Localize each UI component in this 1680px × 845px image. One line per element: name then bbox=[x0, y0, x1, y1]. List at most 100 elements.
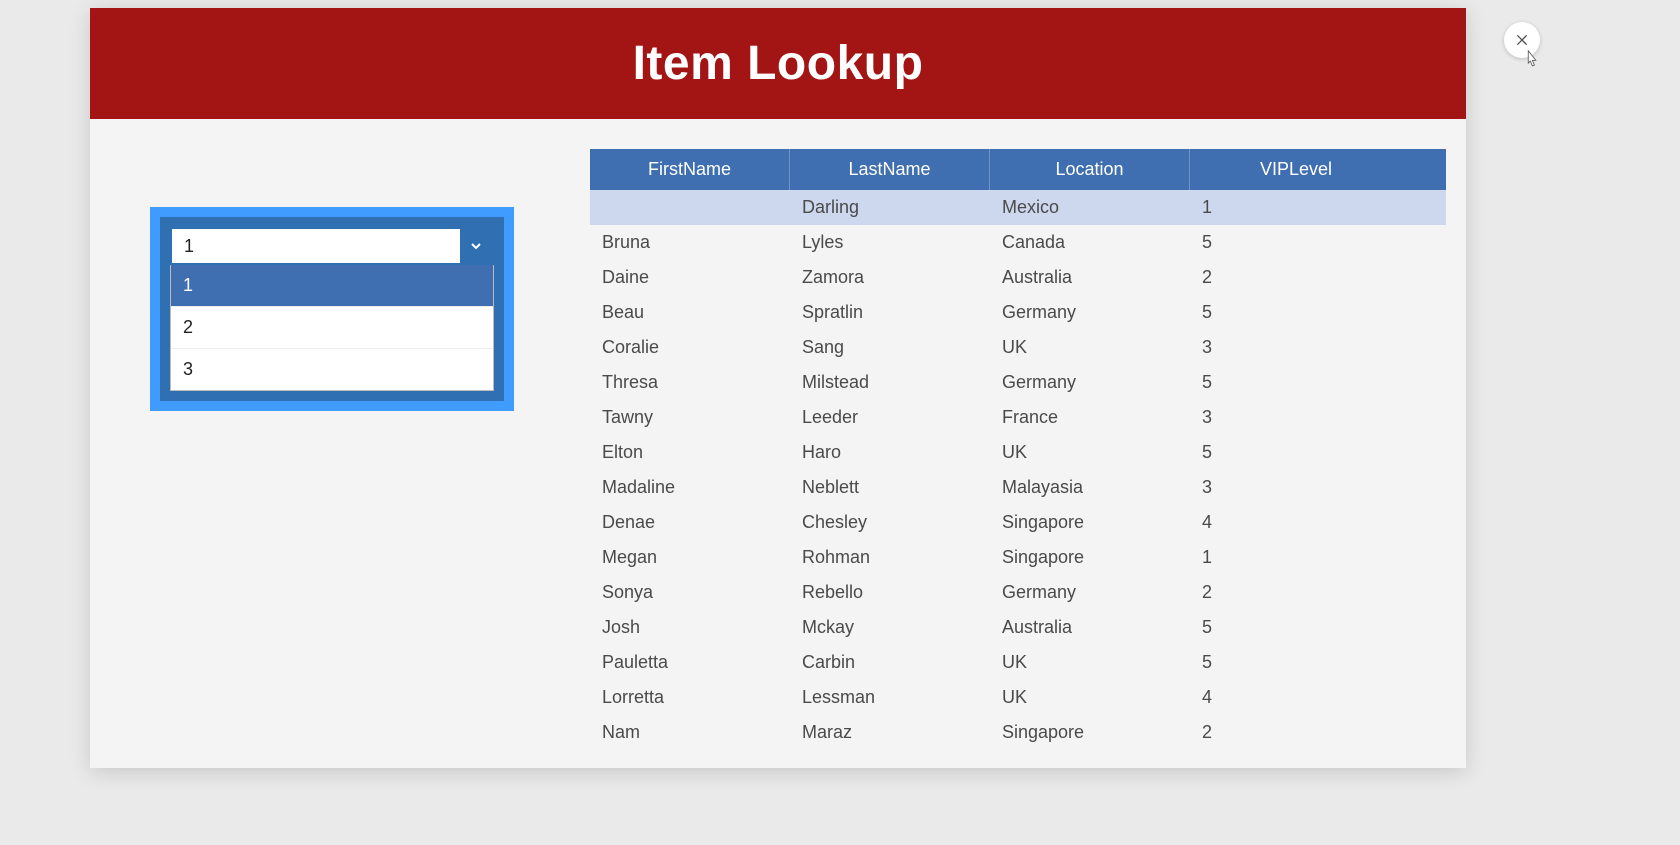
table-cell: Lorretta bbox=[590, 680, 790, 715]
dropdown-option[interactable]: 1 bbox=[171, 265, 493, 307]
table-cell: 2 bbox=[1190, 715, 1402, 750]
table-cell: UK bbox=[990, 435, 1190, 470]
table-cell: UK bbox=[990, 680, 1190, 715]
close-icon bbox=[1514, 32, 1530, 48]
close-button[interactable] bbox=[1504, 22, 1540, 58]
table-row[interactable]: LorrettaLessmanUK4 bbox=[590, 680, 1446, 715]
table-cell: 2 bbox=[1190, 575, 1402, 610]
column-header-viplevel[interactable]: VIPLevel bbox=[1190, 149, 1402, 190]
column-header-lastname[interactable]: LastName bbox=[790, 149, 990, 190]
table-cell: 1 bbox=[1190, 540, 1402, 575]
table-cell: 5 bbox=[1190, 435, 1402, 470]
table-cell: Lyles bbox=[790, 225, 990, 260]
table-row[interactable]: DenaeChesleySingapore4 bbox=[590, 505, 1446, 540]
table-cell: Canada bbox=[990, 225, 1190, 260]
table-cell: Singapore bbox=[990, 715, 1190, 750]
table-cell: Sang bbox=[790, 330, 990, 365]
table-row[interactable]: BeauSpratlinGermany5 bbox=[590, 295, 1446, 330]
table-cell: Singapore bbox=[990, 505, 1190, 540]
table-cell: Elton bbox=[590, 435, 790, 470]
table-row[interactable]: PaulettaCarbinUK5 bbox=[590, 645, 1446, 680]
table-row[interactable]: TawnyLeederFrance3 bbox=[590, 400, 1446, 435]
table-cell: Germany bbox=[990, 365, 1190, 400]
table-cell: Chesley bbox=[790, 505, 990, 540]
table-cell: Haro bbox=[790, 435, 990, 470]
table-cell: Daine bbox=[590, 260, 790, 295]
table-cell: Madaline bbox=[590, 470, 790, 505]
vip-level-dropdown[interactable]: 1 123 bbox=[150, 207, 514, 411]
table-cell: Carbin bbox=[790, 645, 990, 680]
table-cell: Megan bbox=[590, 540, 790, 575]
dropdown-list: 123 bbox=[170, 265, 494, 391]
table-row[interactable]: JoshMckayAustralia5 bbox=[590, 610, 1446, 645]
table-cell: Spratlin bbox=[790, 295, 990, 330]
table-cell: Mexico bbox=[990, 190, 1190, 225]
table-cell: 5 bbox=[1190, 295, 1402, 330]
table-row[interactable]: EltonHaroUK5 bbox=[590, 435, 1446, 470]
table-cell: Thresa bbox=[590, 365, 790, 400]
table-row[interactable]: DarlingMexico1 bbox=[590, 190, 1446, 225]
table-cell: Denae bbox=[590, 505, 790, 540]
dropdown-value: 1 bbox=[172, 229, 460, 263]
table-row[interactable]: NamMarazSingapore2 bbox=[590, 715, 1446, 750]
dropdown-input[interactable]: 1 bbox=[170, 227, 494, 265]
table-cell: France bbox=[990, 400, 1190, 435]
table-cell: Darling bbox=[790, 190, 990, 225]
table-cell: Sonya bbox=[590, 575, 790, 610]
dropdown-option[interactable]: 3 bbox=[171, 349, 493, 390]
table-cell: UK bbox=[990, 330, 1190, 365]
table-cell: 5 bbox=[1190, 225, 1402, 260]
table-cell: Lessman bbox=[790, 680, 990, 715]
item-lookup-modal: Item Lookup 1 123 FirstName LastName Loc… bbox=[90, 8, 1466, 768]
table-header: FirstName LastName Location VIPLevel bbox=[590, 149, 1446, 190]
table-cell: Josh bbox=[590, 610, 790, 645]
results-table: FirstName LastName Location VIPLevel Dar… bbox=[590, 149, 1446, 768]
table-cell: 3 bbox=[1190, 330, 1402, 365]
table-cell: 2 bbox=[1190, 260, 1402, 295]
table-cell: 5 bbox=[1190, 365, 1402, 400]
table-cell: 3 bbox=[1190, 400, 1402, 435]
table-cell: Australia bbox=[990, 260, 1190, 295]
table-row[interactable]: BrunaLylesCanada5 bbox=[590, 225, 1446, 260]
table-cell: 1 bbox=[1190, 190, 1402, 225]
table-body[interactable]: DarlingMexico1BrunaLylesCanada5DaineZamo… bbox=[590, 190, 1446, 768]
dropdown-option[interactable]: 2 bbox=[171, 307, 493, 349]
table-cell: Malayasia bbox=[990, 470, 1190, 505]
table-cell: Mckay bbox=[790, 610, 990, 645]
table-cell: Coralie bbox=[590, 330, 790, 365]
table-cell: Australia bbox=[990, 610, 1190, 645]
table-row[interactable]: SonyaRebelloGermany2 bbox=[590, 575, 1446, 610]
table-cell: Pauletta bbox=[590, 645, 790, 680]
table-cell: 4 bbox=[1190, 680, 1402, 715]
table-cell: Rebello bbox=[790, 575, 990, 610]
table-row[interactable]: CoralieSangUK3 bbox=[590, 330, 1446, 365]
table-cell: Tawny bbox=[590, 400, 790, 435]
page-title: Item Lookup bbox=[90, 8, 1466, 119]
table-cell: 5 bbox=[1190, 610, 1402, 645]
table-cell bbox=[590, 190, 790, 225]
table-cell: Leeder bbox=[790, 400, 990, 435]
table-cell: Rohman bbox=[790, 540, 990, 575]
table-cell: Zamora bbox=[790, 260, 990, 295]
table-cell: Nam bbox=[590, 715, 790, 750]
table-cell: Neblett bbox=[790, 470, 990, 505]
table-cell: Singapore bbox=[990, 540, 1190, 575]
table-cell: Beau bbox=[590, 295, 790, 330]
table-cell: 3 bbox=[1190, 470, 1402, 505]
table-cell: 4 bbox=[1190, 505, 1402, 540]
table-cell: Milstead bbox=[790, 365, 990, 400]
modal-body: 1 123 FirstName LastName Location VIPLev… bbox=[90, 119, 1466, 768]
table-cell: UK bbox=[990, 645, 1190, 680]
table-cell: Germany bbox=[990, 295, 1190, 330]
table-row[interactable]: MeganRohmanSingapore1 bbox=[590, 540, 1446, 575]
table-cell: 5 bbox=[1190, 645, 1402, 680]
filter-pane: 1 123 bbox=[150, 149, 590, 768]
column-header-firstname[interactable]: FirstName bbox=[590, 149, 790, 190]
table-cell: Maraz bbox=[790, 715, 990, 750]
table-cell: Bruna bbox=[590, 225, 790, 260]
column-header-location[interactable]: Location bbox=[990, 149, 1190, 190]
table-row[interactable]: ThresaMilsteadGermany5 bbox=[590, 365, 1446, 400]
table-row[interactable]: DaineZamoraAustralia2 bbox=[590, 260, 1446, 295]
chevron-down-icon[interactable] bbox=[460, 229, 492, 263]
table-row[interactable]: MadalineNeblettMalayasia3 bbox=[590, 470, 1446, 505]
